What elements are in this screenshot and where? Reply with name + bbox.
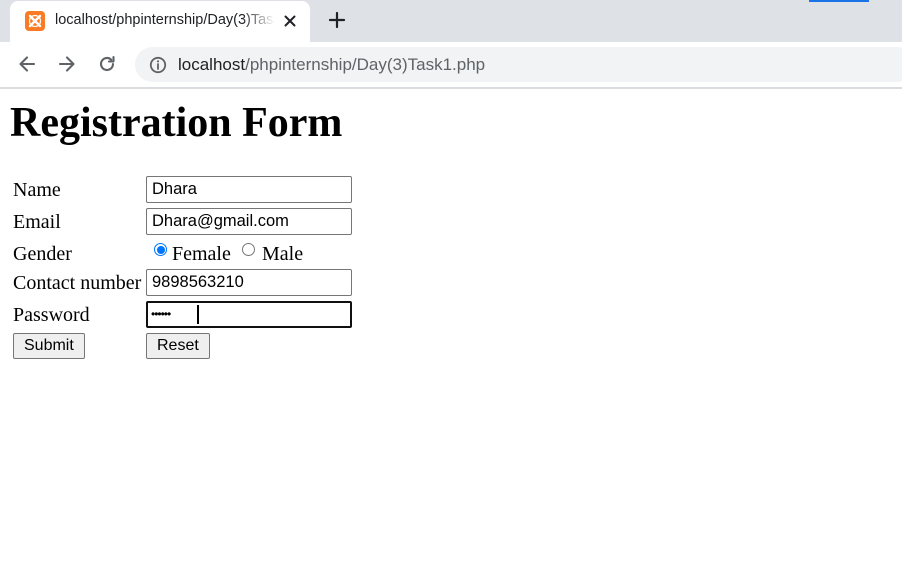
email-label: Email [13, 211, 61, 233]
close-icon[interactable] [281, 12, 299, 30]
tab-title: localhost/phpinternship/Day(3)Task1.php [55, 12, 275, 28]
arrow-right-icon[interactable] [55, 52, 79, 76]
text-caret [197, 305, 199, 324]
page-title: Registration Form [10, 100, 343, 146]
window-edge-accent [809, 0, 869, 2]
plus-icon[interactable] [326, 9, 348, 31]
female-label[interactable]: Female [172, 243, 231, 265]
url-path: /phpinternship/Day(3)Task1.php [245, 55, 486, 74]
reload-icon[interactable] [95, 52, 119, 76]
browser-tab[interactable]: localhost/phpinternship/Day(3)Task1.php [10, 1, 310, 42]
info-icon[interactable] [149, 56, 167, 74]
submit-button[interactable]: Submit [13, 333, 85, 359]
url-host: localhost [178, 55, 246, 74]
gender-label: Gender [13, 243, 72, 265]
password-field[interactable] [146, 301, 352, 328]
page-content: Registration Form Name Email Gender Fema… [0, 89, 902, 582]
male-radio[interactable] [242, 243, 255, 256]
reset-button[interactable]: Reset [146, 333, 210, 359]
password-label: Password [13, 304, 90, 326]
xampp-icon [25, 11, 45, 31]
contact-number-field[interactable] [146, 269, 352, 296]
arrow-left-icon[interactable] [15, 52, 39, 76]
browser-toolbar: localhost/phpinternship/Day(3)Task1.php [0, 42, 902, 89]
email-field[interactable] [146, 208, 352, 235]
name-field[interactable] [146, 176, 352, 203]
name-label: Name [13, 179, 61, 201]
female-radio[interactable] [154, 243, 167, 256]
url-text: localhost/phpinternship/Day(3)Task1.php [178, 55, 485, 75]
male-label[interactable]: Male [262, 243, 303, 265]
address-bar[interactable]: localhost/phpinternship/Day(3)Task1.php [135, 47, 902, 82]
tab-strip: localhost/phpinternship/Day(3)Task1.php [0, 0, 902, 42]
contact-label: Contact number [13, 272, 142, 294]
password-masked-value: •••••• [151, 307, 171, 321]
